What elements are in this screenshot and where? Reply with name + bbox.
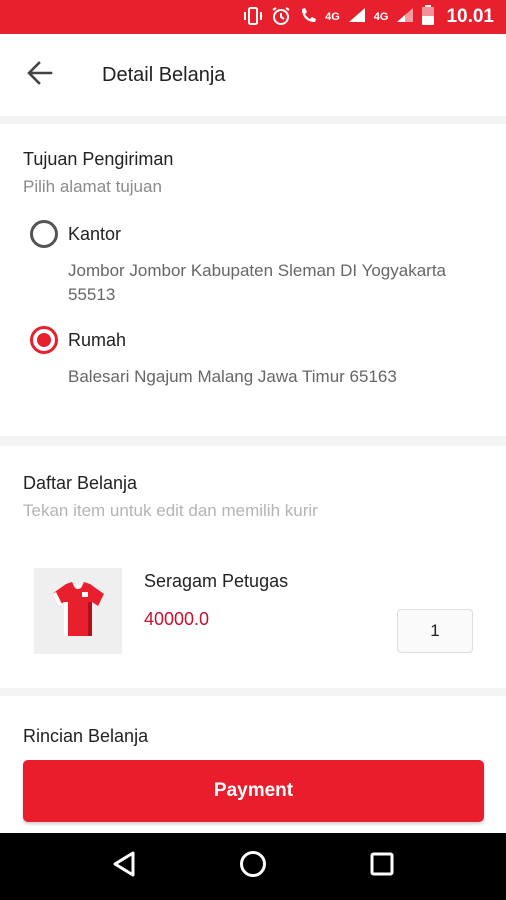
nav-home-button[interactable] <box>223 837 283 897</box>
page-title: Detail Belanja <box>102 63 226 86</box>
alarm-icon <box>271 6 291 29</box>
status-bar: 4G 4G 10.01 <box>0 0 506 34</box>
section-title: Rincian Belanja <box>23 726 149 746</box>
product-thumbnail <box>34 568 122 654</box>
wifi-call-icon <box>299 7 317 28</box>
section-title: Tujuan Pengiriman <box>23 149 174 169</box>
clock: 10.01 <box>446 6 494 27</box>
signal-icon <box>396 7 414 28</box>
quantity-field[interactable]: 1 <box>397 609 473 653</box>
shirt-icon <box>48 580 108 643</box>
battery-icon <box>422 4 435 30</box>
back-button[interactable] <box>0 34 80 116</box>
section-subtitle: Tekan item untuk edit dan memilih kurir <box>23 501 318 520</box>
product-name: Seragam Petugas <box>144 571 289 591</box>
section-subtitle: Pilih alamat tujuan <box>23 177 162 196</box>
address-text: Balesari Ngajum Malang Jawa Timur 65163 <box>68 367 397 386</box>
payment-button[interactable]: Payment <box>23 760 484 822</box>
nav-recents-button[interactable] <box>352 837 412 897</box>
address-option-kantor[interactable]: Kantor <box>30 220 121 248</box>
radio-button-selected[interactable] <box>30 326 58 354</box>
address-label: Kantor <box>68 223 122 244</box>
shopping-list-section: Daftar Belanja Tekan item untuk edit dan… <box>0 446 506 688</box>
address-text: Jombor Jombor Kabupaten Sleman DI Yogyak… <box>68 261 447 304</box>
radio-button[interactable] <box>30 220 58 248</box>
shipping-destination-section: Tujuan Pengiriman Pilih alamat tujuan Ka… <box>0 124 506 436</box>
nav-back-button[interactable] <box>94 837 154 897</box>
network-type-label: 4G <box>325 11 340 23</box>
back-triangle-icon <box>111 850 137 883</box>
section-title: Daftar Belanja <box>23 473 138 493</box>
home-circle-icon <box>239 850 267 883</box>
recents-square-icon <box>369 851 395 882</box>
vibrate-icon <box>243 6 263 28</box>
app-bar: Detail Belanja <box>0 34 506 116</box>
address-option-rumah[interactable]: Rumah <box>30 326 126 354</box>
product-price: 40000.0 <box>144 609 210 629</box>
signal-icon <box>348 7 366 28</box>
address-label: Rumah <box>68 329 127 350</box>
arrow-left-icon <box>27 60 53 90</box>
system-navigation-bar <box>0 833 506 900</box>
network-type-label: 4G <box>373 11 389 23</box>
